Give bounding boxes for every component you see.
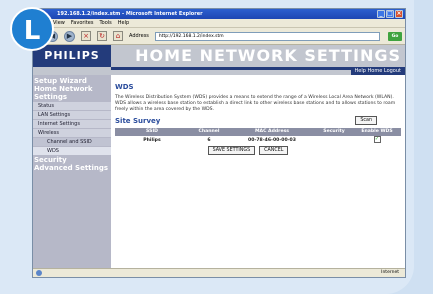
browser-statusbar: Internet xyxy=(33,268,405,277)
header-subbar: Help Home Logout xyxy=(33,67,405,75)
forward-icon[interactable]: ▶ xyxy=(64,30,75,42)
save-settings-button[interactable]: SAVE SETTINGS xyxy=(207,146,256,155)
page-title: WDS xyxy=(115,83,134,91)
nav-lan-settings[interactable]: LAN Settings xyxy=(33,111,111,119)
nav-channel-ssid[interactable]: Channel and SSID xyxy=(33,138,111,146)
nav-home-network[interactable]: Home Network Settings xyxy=(33,85,111,101)
menu-help[interactable]: Help xyxy=(118,19,129,27)
page-body: Setup Wizard Home Network Settings Statu… xyxy=(33,75,405,274)
col-channel: Channel xyxy=(198,129,220,134)
col-ssid: SSID xyxy=(146,129,158,134)
wds-description: The Wireless Distribution System (WDS) p… xyxy=(115,95,396,112)
cell-channel: 6 xyxy=(207,138,211,143)
go-button[interactable]: Go xyxy=(388,31,402,41)
close-icon[interactable]: × xyxy=(395,10,403,18)
nav-advanced-settings[interactable]: Advanced Settings xyxy=(33,164,111,172)
router-header: PHILIPS HOME NETWORK SETTINGS xyxy=(33,45,405,67)
nav-security[interactable]: Security xyxy=(33,156,111,164)
cell-ssid: Philips xyxy=(143,138,161,143)
menu-tools[interactable]: Tools xyxy=(99,19,111,27)
page-banner-title: HOME NETWORK SETTINGS xyxy=(135,46,401,65)
sidebar: Setup Wizard Home Network Settings Statu… xyxy=(33,75,111,274)
page-icon xyxy=(36,270,42,276)
scan-button[interactable]: Scan xyxy=(355,116,377,125)
philips-logo: PHILIPS xyxy=(33,45,111,67)
survey-table-header: SSID Channel MAC Address Security Enable… xyxy=(115,128,401,136)
nav-status[interactable]: Status xyxy=(33,102,111,110)
main-content: WDS The Wireless Distribution System (WD… xyxy=(111,75,405,274)
site-survey-header: Site Survey Scan xyxy=(115,116,401,125)
security-zone: Internet xyxy=(381,270,399,275)
form-actions: SAVE SETTINGS CANCEL xyxy=(95,146,401,155)
col-security: Security xyxy=(323,129,345,134)
site-survey-title: Site Survey xyxy=(115,116,161,125)
table-row: Philips 6 00-78-46-00-00-03 ✓ xyxy=(115,136,401,145)
step-badge: L xyxy=(10,7,54,51)
cell-mac: 00-78-46-00-00-03 xyxy=(248,138,296,143)
menu-favorites[interactable]: Favorites xyxy=(71,19,94,27)
minimize-icon[interactable]: _ xyxy=(377,10,385,18)
header-links[interactable]: Help Home Logout xyxy=(350,67,405,75)
header-stripe xyxy=(111,67,351,70)
nav-wireless[interactable]: Wireless xyxy=(33,129,111,137)
cancel-button[interactable]: CANCEL xyxy=(259,146,289,155)
cell-enable: ✓ xyxy=(353,136,401,145)
maximize-icon[interactable]: □ xyxy=(386,10,394,18)
menu-view[interactable]: View xyxy=(53,19,65,27)
refresh-icon[interactable]: ↻ xyxy=(97,31,107,41)
window-controls: _ □ × xyxy=(377,10,403,18)
col-mac: MAC Address xyxy=(254,129,290,134)
window-title: 192.168.1.2/index.stm - Microsoft Intern… xyxy=(57,11,203,17)
browser-window: 192.168.1.2/index.stm - Microsoft Intern… xyxy=(33,9,405,277)
home-icon[interactable]: ⌂ xyxy=(113,31,123,41)
enable-wds-checkbox[interactable]: ✓ xyxy=(373,136,381,143)
cell-security xyxy=(315,136,353,145)
browser-toolbar: ◀ ▶ × ↻ ⌂ Address http://192.168.1.2/ind… xyxy=(33,28,405,45)
window-titlebar: 192.168.1.2/index.stm - Microsoft Intern… xyxy=(33,9,405,19)
address-input[interactable]: http://192.168.1.2/index.stm xyxy=(154,31,380,41)
menu-bar: View Favorites Tools Help xyxy=(33,19,405,28)
stop-icon[interactable]: × xyxy=(81,31,91,41)
address-label: Address xyxy=(129,33,149,39)
nav-setup-wizard[interactable]: Setup Wizard xyxy=(33,77,111,85)
nav-internet-settings[interactable]: Internet Settings xyxy=(33,120,111,128)
col-enable-wds: Enable WDS xyxy=(361,129,393,134)
